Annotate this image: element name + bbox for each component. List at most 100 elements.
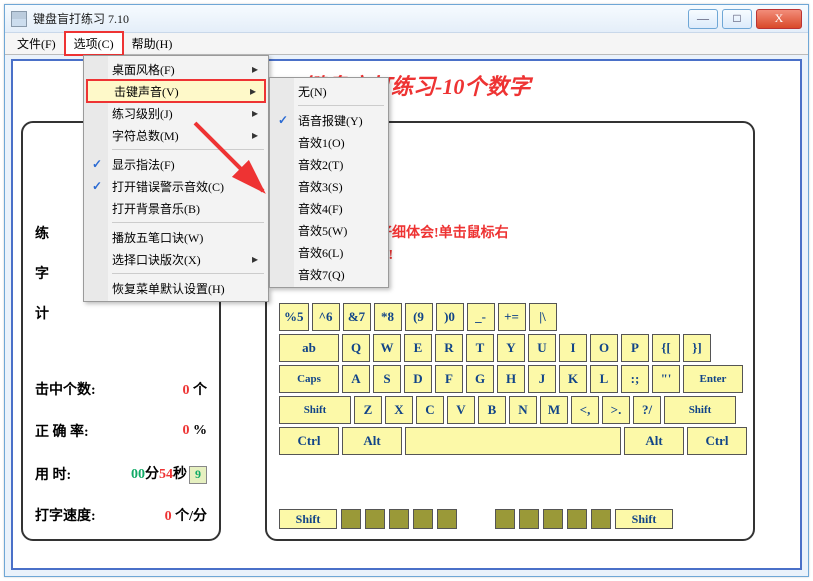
stats-val-acc: 0 [183,423,190,438]
key-%5[interactable]: %5 [279,303,309,331]
stats-label-chars: 字 [35,263,49,283]
menu-item-sound-fx2[interactable]: 音效2(T) [272,153,386,175]
stats-label-speed: 打字速度: [35,505,96,525]
key-?/[interactable]: ?/ [633,396,661,424]
minimize-button[interactable]: — [688,9,718,29]
key-ab[interactable]: ab [279,334,339,362]
stats-val-speed: 0 [165,509,172,524]
key-F[interactable]: F [435,365,463,393]
key-N[interactable]: N [509,396,537,424]
key-Ctrl[interactable]: Ctrl [687,427,747,455]
menu-item-sound-fx6[interactable]: 音效6(L) [272,241,386,263]
menu-item-error-sound[interactable]: ✓打开错误警示音效(C) [86,175,266,197]
stats-time-sec: 54 [159,467,173,482]
key-I[interactable]: I [559,334,587,362]
key-E[interactable]: E [404,334,432,362]
menu-item-show-fingering[interactable]: ✓显示指法(F) [86,153,266,175]
key-H[interactable]: H [497,365,525,393]
menu-item-total[interactable]: 字符总数(M)▸ [86,124,266,146]
key-"'[interactable]: "' [652,365,680,393]
key->.[interactable]: >. [602,396,630,424]
menu-file[interactable]: 文件(F) [9,33,64,54]
key-W[interactable]: W [373,334,401,362]
sound-submenu: 无(N) ✓语音报键(Y) 音效1(O) 音效2(T) 音效3(S) 音效4(F… [269,77,389,288]
key-<,[interactable]: <, [571,396,599,424]
menu-item-sound-fx7[interactable]: 音效7(Q) [272,263,386,285]
key-_-[interactable]: _- [467,303,495,331]
menu-item-bg-music[interactable]: 打开背景音乐(B) [86,197,266,219]
key-O[interactable]: O [590,334,618,362]
key-(9[interactable]: (9 [405,303,433,331]
key-^6[interactable]: ^6 [312,303,340,331]
key-+=[interactable]: += [498,303,526,331]
key-|\[interactable]: |\ [529,303,557,331]
key-Alt[interactable]: Alt [342,427,402,455]
key-&7[interactable]: &7 [343,303,371,331]
key-K[interactable]: K [559,365,587,393]
menu-item-restore[interactable]: 恢复菜单默认设置(H) [86,277,266,299]
finger-box [437,509,457,529]
key-Shift[interactable]: Shift [664,396,736,424]
stats-label-hits: 击中个数: [35,379,96,399]
finger-bar: Shift Shift [279,509,747,529]
key-P[interactable]: P [621,334,649,362]
key-A[interactable]: A [342,365,370,393]
key-U[interactable]: U [528,334,556,362]
key-X[interactable]: X [385,396,413,424]
titlebar[interactable]: 键盘盲打练习 7.10 — □ X [5,5,808,33]
key-*8[interactable]: *8 [374,303,402,331]
key-G[interactable]: G [466,365,494,393]
key-Ctrl[interactable]: Ctrl [279,427,339,455]
close-button[interactable]: X [756,9,802,29]
key-Y[interactable]: Y [497,334,525,362]
menu-item-sound-voice[interactable]: ✓语音报键(Y) [272,109,386,131]
menu-item-wubi[interactable]: 播放五笔口诀(W) [86,226,266,248]
key-:;[interactable]: :; [621,365,649,393]
key-}][interactable]: }] [683,334,711,362]
menu-options[interactable]: 选项(C) [64,31,124,56]
key-Alt[interactable]: Alt [624,427,684,455]
key-L[interactable]: L [590,365,618,393]
finger-shift-right[interactable]: Shift [615,509,673,529]
menu-item-sound-fx3[interactable]: 音效3(S) [272,175,386,197]
menu-item-sound-fx1[interactable]: 音效1(O) [272,131,386,153]
stats-label-practice: 练 [35,223,49,243]
menu-item-sound-none[interactable]: 无(N) [272,80,386,102]
finger-box [519,509,539,529]
menu-item-sound-fx5[interactable]: 音效5(W) [272,219,386,241]
app-window: 键盘盲打练习 7.10 — □ X 文件(F) 选项(C) 帮助(H) 键盘盲打… [4,4,809,577]
finger-box [567,509,587,529]
menu-help[interactable]: 帮助(H) [124,33,181,54]
key-Q[interactable]: Q [342,334,370,362]
finger-box [389,509,409,529]
key-R[interactable]: R [435,334,463,362]
key-T[interactable]: T [466,334,494,362]
key-space[interactable] [405,427,621,455]
stats-label-acc: 正 确 率: [35,421,89,441]
key-C[interactable]: C [416,396,444,424]
keyboard: %5^6&7*8(9)0_-+=|\ abQWERTYUIOP{[}] Caps… [279,303,747,458]
menu-item-sound-fx4[interactable]: 音效4(F) [272,197,386,219]
menu-item-sound[interactable]: 击键声音(V)▸ [86,79,266,103]
key-Z[interactable]: Z [354,396,382,424]
finger-box [341,509,361,529]
key-)0[interactable]: )0 [436,303,464,331]
stats-val-hits: 0 [183,383,190,398]
maximize-button[interactable]: □ [722,9,752,29]
stats-time-min: 00 [131,467,145,482]
key-{[[interactable]: {[ [652,334,680,362]
key-Shift[interactable]: Shift [279,396,351,424]
key-V[interactable]: V [447,396,475,424]
finger-shift-left[interactable]: Shift [279,509,337,529]
key-J[interactable]: J [528,365,556,393]
menu-item-style[interactable]: 桌面风格(F)▸ [86,58,266,80]
key-S[interactable]: S [373,365,401,393]
key-D[interactable]: D [404,365,432,393]
menu-item-level[interactable]: 练习级别(J)▸ [86,102,266,124]
menu-item-select-wubi[interactable]: 选择口诀版次(X)▸ [86,248,266,270]
key-Enter[interactable]: Enter [683,365,743,393]
key-M[interactable]: M [540,396,568,424]
key-Caps[interactable]: Caps [279,365,339,393]
key-B[interactable]: B [478,396,506,424]
stats-time-extra: 9 [189,466,207,484]
